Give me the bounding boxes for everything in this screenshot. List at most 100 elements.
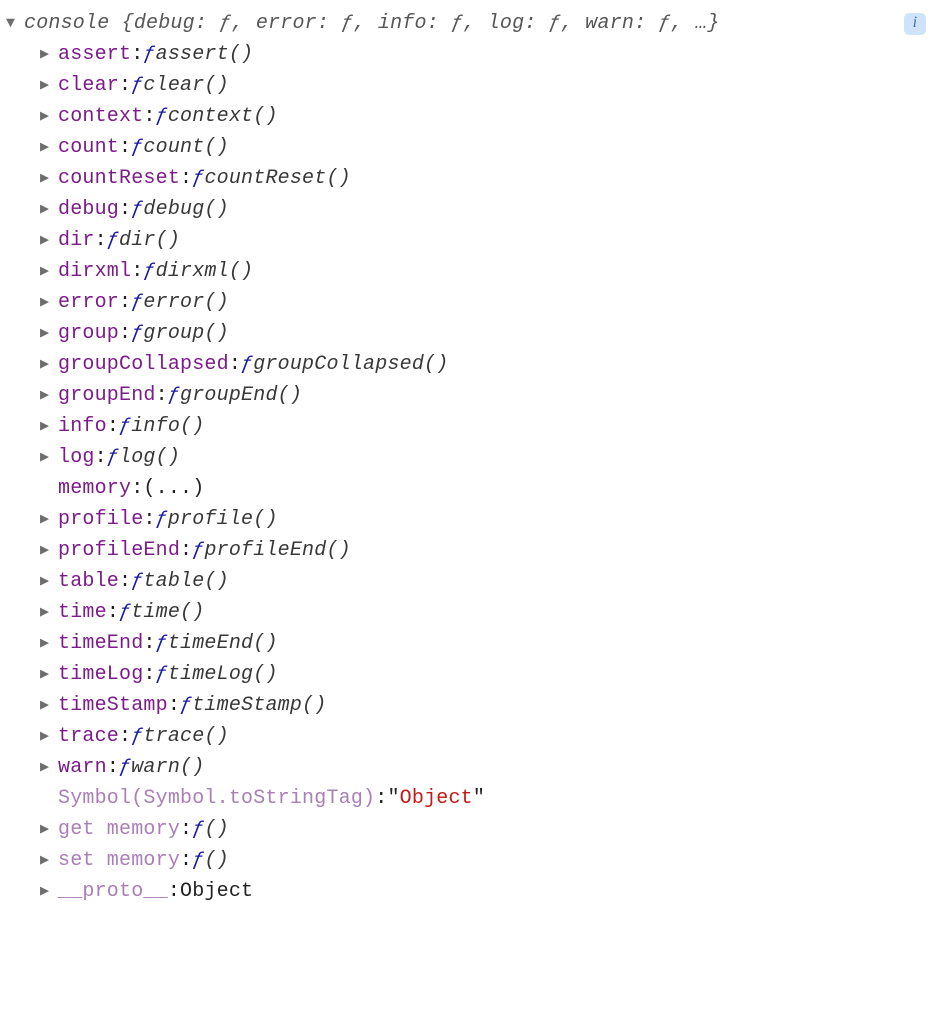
object-name: console xyxy=(24,12,109,35)
function-glyph-icon: ƒ xyxy=(192,163,204,194)
property-row[interactable]: ▶get memory: ƒ () xyxy=(6,814,930,845)
collapse-arrow-icon[interactable]: ▶ xyxy=(40,663,58,686)
collapse-arrow-icon[interactable]: ▶ xyxy=(40,508,58,531)
property-key: set memory xyxy=(58,845,180,876)
property-row[interactable]: ▶group: ƒ group() xyxy=(6,318,930,349)
function-name: dirxml() xyxy=(156,256,254,287)
function-name: profile() xyxy=(168,504,278,535)
property-key: log xyxy=(58,442,95,473)
object-header-row[interactable]: ▼console {debug: ƒ, error: ƒ, info: ƒ, l… xyxy=(6,8,930,39)
function-name: context() xyxy=(168,101,278,132)
function-glyph-icon: ƒ xyxy=(131,132,143,163)
function-name: clear() xyxy=(143,70,228,101)
property-row[interactable]: ▶groupCollapsed: ƒ groupCollapsed() xyxy=(6,349,930,380)
collapse-arrow-icon[interactable]: ▶ xyxy=(40,415,58,438)
property-key: memory xyxy=(58,473,131,504)
property-row[interactable]: ▶error: ƒ error() xyxy=(6,287,930,318)
function-glyph-icon: ƒ xyxy=(131,721,143,752)
property-key: error xyxy=(58,287,119,318)
function-glyph-icon: ƒ xyxy=(131,287,143,318)
function-glyph-icon: ƒ xyxy=(143,39,155,70)
collapse-arrow-icon[interactable]: ▶ xyxy=(40,198,58,221)
property-row[interactable]: ▶assert: ƒ assert() xyxy=(6,39,930,70)
property-value: Object xyxy=(400,783,473,814)
property-row[interactable]: ▶set memory: ƒ () xyxy=(6,845,930,876)
colon-separator: : xyxy=(119,194,131,225)
property-row[interactable]: ▶clear: ƒ clear() xyxy=(6,70,930,101)
colon-separator: : xyxy=(143,659,155,690)
colon-separator: : xyxy=(229,349,241,380)
property-value[interactable]: (...) xyxy=(143,473,204,504)
property-row[interactable]: ▶time: ƒ time() xyxy=(6,597,930,628)
colon-separator: : xyxy=(107,752,119,783)
collapse-arrow-icon[interactable]: ▶ xyxy=(40,291,58,314)
colon-separator: : xyxy=(180,535,192,566)
property-row[interactable]: ▶Symbol(Symbol.toStringTag): "Object" xyxy=(6,783,930,814)
function-name: log() xyxy=(119,442,180,473)
property-row[interactable]: ▶groupEnd: ƒ groupEnd() xyxy=(6,380,930,411)
property-row[interactable]: ▶dirxml: ƒ dirxml() xyxy=(6,256,930,287)
property-row[interactable]: ▶warn: ƒ warn() xyxy=(6,752,930,783)
colon-separator: : xyxy=(180,845,192,876)
function-glyph-icon: ƒ xyxy=(156,628,168,659)
collapse-arrow-icon[interactable]: ▶ xyxy=(40,322,58,345)
collapse-arrow-icon[interactable]: ▶ xyxy=(40,601,58,624)
property-row[interactable]: ▶log: ƒ log() xyxy=(6,442,930,473)
collapse-arrow-icon[interactable]: ▶ xyxy=(40,818,58,841)
function-glyph-icon: ƒ xyxy=(131,194,143,225)
property-row[interactable]: ▶count: ƒ count() xyxy=(6,132,930,163)
property-row[interactable]: ▶timeEnd: ƒ timeEnd() xyxy=(6,628,930,659)
property-row[interactable]: ▶table: ƒ table() xyxy=(6,566,930,597)
property-row[interactable]: ▶debug: ƒ debug() xyxy=(6,194,930,225)
collapse-arrow-icon[interactable]: ▶ xyxy=(40,880,58,903)
expand-arrow-icon[interactable]: ▼ xyxy=(6,12,24,35)
property-row[interactable]: ▶context: ƒ context() xyxy=(6,101,930,132)
property-row[interactable]: ▶profileEnd: ƒ profileEnd() xyxy=(6,535,930,566)
collapse-arrow-icon[interactable]: ▶ xyxy=(40,229,58,252)
property-key: timeLog xyxy=(58,659,143,690)
property-key: get memory xyxy=(58,814,180,845)
collapse-arrow-icon[interactable]: ▶ xyxy=(40,74,58,97)
collapse-arrow-icon[interactable]: ▶ xyxy=(40,725,58,748)
property-key: profileEnd xyxy=(58,535,180,566)
collapse-arrow-icon[interactable]: ▶ xyxy=(40,260,58,283)
function-glyph-icon: ƒ xyxy=(131,70,143,101)
colon-separator: : xyxy=(168,876,180,907)
function-name: group() xyxy=(143,318,228,349)
collapse-arrow-icon[interactable]: ▶ xyxy=(40,632,58,655)
property-row[interactable]: ▶timeStamp: ƒ timeStamp() xyxy=(6,690,930,721)
collapse-arrow-icon[interactable]: ▶ xyxy=(40,849,58,872)
property-row[interactable]: ▶__proto__: Object xyxy=(6,876,930,907)
collapse-arrow-icon[interactable]: ▶ xyxy=(40,446,58,469)
property-key: assert xyxy=(58,39,131,70)
collapse-arrow-icon[interactable]: ▶ xyxy=(40,105,58,128)
property-key: time xyxy=(58,597,107,628)
property-row[interactable]: ▶dir: ƒ dir() xyxy=(6,225,930,256)
colon-separator: : xyxy=(119,721,131,752)
quote: " xyxy=(387,783,399,814)
function-glyph-icon: ƒ xyxy=(156,659,168,690)
function-name: timeEnd() xyxy=(168,628,278,659)
property-row[interactable]: ▶memory: (...) xyxy=(6,473,930,504)
info-icon[interactable]: i xyxy=(904,13,926,35)
collapse-arrow-icon[interactable]: ▶ xyxy=(40,539,58,562)
colon-separator: : xyxy=(156,380,168,411)
function-name: warn() xyxy=(131,752,204,783)
collapse-arrow-icon[interactable]: ▶ xyxy=(40,756,58,779)
collapse-arrow-icon[interactable]: ▶ xyxy=(40,353,58,376)
function-glyph-icon: ƒ xyxy=(119,411,131,442)
property-row[interactable]: ▶countReset: ƒ countReset() xyxy=(6,163,930,194)
colon-separator: : xyxy=(131,473,143,504)
collapse-arrow-icon[interactable]: ▶ xyxy=(40,136,58,159)
property-row[interactable]: ▶timeLog: ƒ timeLog() xyxy=(6,659,930,690)
property-row[interactable]: ▶trace: ƒ trace() xyxy=(6,721,930,752)
collapse-arrow-icon[interactable]: ▶ xyxy=(40,167,58,190)
function-name: trace() xyxy=(143,721,228,752)
property-row[interactable]: ▶info: ƒ info() xyxy=(6,411,930,442)
collapse-arrow-icon[interactable]: ▶ xyxy=(40,384,58,407)
property-row[interactable]: ▶profile: ƒ profile() xyxy=(6,504,930,535)
collapse-arrow-icon[interactable]: ▶ xyxy=(40,694,58,717)
collapse-arrow-icon[interactable]: ▶ xyxy=(40,43,58,66)
function-glyph-icon: ƒ xyxy=(143,256,155,287)
collapse-arrow-icon[interactable]: ▶ xyxy=(40,570,58,593)
